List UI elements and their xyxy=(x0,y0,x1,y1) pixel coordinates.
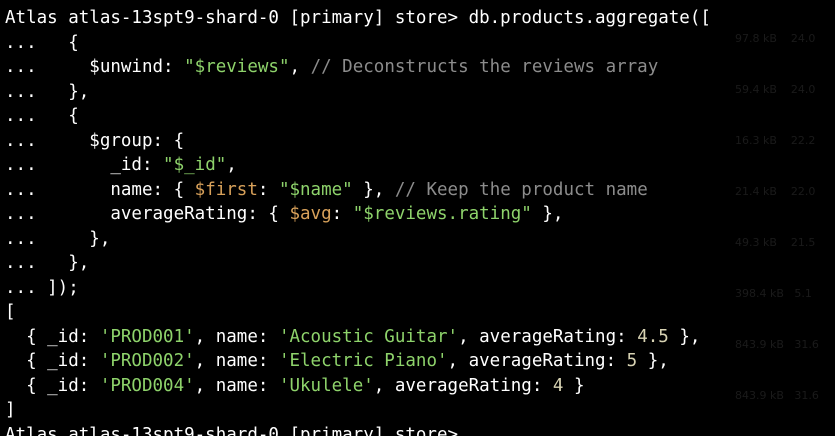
terminal-token: 4.5 xyxy=(637,326,669,347)
terminal-line: ... }, xyxy=(5,80,711,105)
terminal-token: 'PROD002' xyxy=(99,351,195,371)
terminal-window[interactable]: 97.8 kB 24.0 59.4 kB 24.0 16.3 kB 22.2 21.4… xyxy=(0,0,835,436)
terminal-line: ... { xyxy=(5,31,711,56)
terminal-token: ... averageRating: { xyxy=(5,204,290,224)
ghost-row: 97.8 kB 24.0 xyxy=(735,32,816,45)
terminal-line: [ xyxy=(5,300,711,325)
terminal-token: 4 xyxy=(552,375,564,396)
ghost-row: 398.4 kB 5.1 xyxy=(735,287,812,300)
terminal-token: ... }, xyxy=(5,228,111,249)
terminal-line: ... }, xyxy=(5,227,711,252)
terminal-token: $avg xyxy=(289,204,332,224)
terminal-token: : xyxy=(257,179,279,200)
terminal-token: "$name" xyxy=(278,179,353,200)
terminal-token: Atlas atlas-13spt9-shard-0 [primary] sto… xyxy=(5,424,459,436)
terminal-token: // Deconstructs the reviews array xyxy=(310,57,659,77)
ghost-row: 21.4 kB 22.0 xyxy=(735,185,816,198)
terminal-token: , name: xyxy=(194,351,279,371)
ghost-row: 843.9 kB 31.6 xyxy=(735,338,819,351)
terminal-line: ... $group: { xyxy=(5,129,711,154)
terminal-token: "$reviews.rating" xyxy=(352,204,532,224)
terminal-line: ... }, xyxy=(5,251,711,276)
terminal-line: ... $unwind: "$reviews", // Deconstructs… xyxy=(5,55,711,80)
terminal-token: }, xyxy=(668,326,701,347)
terminal-output: Atlas atlas-13spt9-shard-0 [primary] sto… xyxy=(5,6,711,436)
terminal-token: ] xyxy=(5,400,16,420)
terminal-line: { _id: 'PROD004', name: 'Ukulele', avera… xyxy=(5,374,711,399)
terminal-token: "$_id" xyxy=(163,155,227,175)
terminal-line: Atlas atlas-13spt9-shard-0 [primary] sto… xyxy=(5,6,711,31)
terminal-line: ... ]); xyxy=(5,276,711,301)
terminal-token: ... name: { xyxy=(5,179,195,200)
terminal-line: ... { xyxy=(5,104,711,129)
terminal-token: { _id: xyxy=(5,375,100,396)
terminal-token: { _id: xyxy=(5,326,100,347)
terminal-token: 'Acoustic Guitar' xyxy=(278,326,459,347)
background-window-ghost-text: 97.8 kB 24.0 59.4 kB 24.0 16.3 kB 22.2 21.4… xyxy=(725,0,835,436)
ghost-row: 59.4 kB 24.0 xyxy=(735,83,816,96)
terminal-token: 5 xyxy=(626,351,638,371)
terminal-token: , xyxy=(289,57,311,77)
terminal-token: }, xyxy=(531,204,564,224)
terminal-token: ... { xyxy=(5,32,79,53)
ghost-row: 843.9 kB 31.6 xyxy=(735,389,819,402)
terminal-token: }, xyxy=(352,179,395,200)
terminal-token: 'PROD004' xyxy=(99,375,195,396)
ghost-row: 49.3 kB 21.5 xyxy=(735,236,816,249)
terminal-token: Atlas atlas-13spt9-shard-0 [primary] sto… xyxy=(5,8,711,28)
terminal-token: , averageRating: xyxy=(458,326,638,347)
terminal-token: , xyxy=(226,155,237,175)
terminal-token: 'PROD001' xyxy=(99,326,195,347)
terminal-token: ... _id: xyxy=(5,155,164,175)
terminal-token: [ xyxy=(5,302,16,322)
terminal-token: { _id: xyxy=(5,351,100,371)
terminal-token: : xyxy=(331,204,353,224)
terminal-line: ... name: { $first: "$name" }, // Keep t… xyxy=(5,178,711,203)
terminal-token: ... }, xyxy=(5,253,90,273)
terminal-line: { _id: 'PROD002', name: 'Electric Piano'… xyxy=(5,349,711,374)
terminal-token: }, xyxy=(637,351,669,371)
terminal-token: ... $group: { xyxy=(5,130,185,151)
terminal-line: ] xyxy=(5,398,711,423)
terminal-token: 'Electric Piano' xyxy=(278,351,448,371)
terminal-token: ... { xyxy=(5,106,79,126)
terminal-line: ... _id: "$_id", xyxy=(5,153,711,178)
terminal-token: , averageRating: xyxy=(447,351,627,371)
terminal-line: Atlas atlas-13spt9-shard-0 [primary] sto… xyxy=(5,423,711,436)
ghost-row: 16.3 kB 22.2 xyxy=(735,134,816,147)
terminal-token: ... }, xyxy=(5,81,90,102)
terminal-token: $first xyxy=(194,179,258,200)
terminal-token: // Keep the product name xyxy=(394,179,648,200)
terminal-line: ... averageRating: { $avg: "$reviews.rat… xyxy=(5,202,711,227)
terminal-token: "$reviews" xyxy=(184,57,290,77)
terminal-line: { _id: 'PROD001', name: 'Acoustic Guitar… xyxy=(5,325,711,350)
terminal-token: } xyxy=(563,375,585,396)
terminal-token: , averageRating: xyxy=(373,375,553,396)
terminal-token: 'Ukulele' xyxy=(278,375,374,396)
terminal-token: ... ]); xyxy=(5,277,79,298)
terminal-token: ... $unwind: xyxy=(5,57,185,77)
terminal-token: , name: xyxy=(194,375,279,396)
terminal-token: , name: xyxy=(194,326,279,347)
